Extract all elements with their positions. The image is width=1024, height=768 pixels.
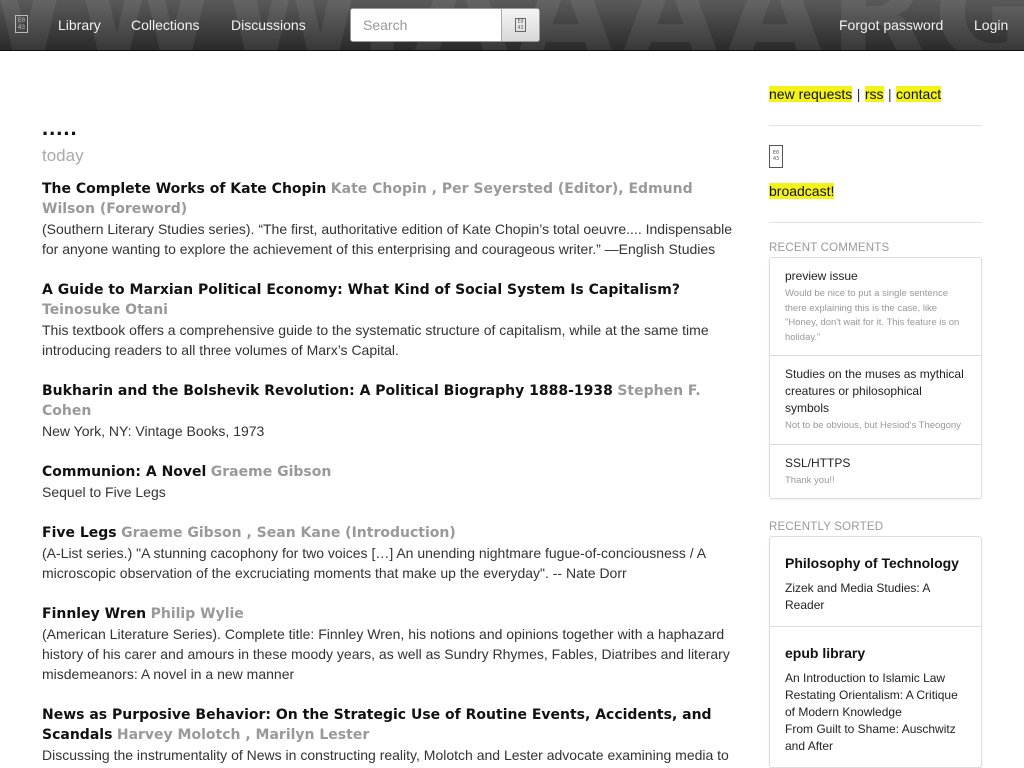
comment-title[interactable]: Studies on the muses as mythical creatur… bbox=[785, 366, 966, 417]
list-item: News as Purposive Behavior: On the Strat… bbox=[42, 705, 742, 768]
entry-description: Discussing the instrumentality of News i… bbox=[42, 747, 729, 768]
new-requests-link[interactable]: new requests bbox=[769, 86, 853, 102]
broadcast-icon: E0 43 bbox=[769, 145, 783, 168]
list-item: A Guide to Marxian Political Economy: Wh… bbox=[42, 280, 742, 360]
collection-item: epub library An Introduction to Islamic … bbox=[770, 627, 981, 768]
entry-title[interactable]: Finnley Wren bbox=[42, 606, 146, 622]
sidebar-links: new requests | rss | contact bbox=[769, 86, 982, 104]
list-item: Five Legs Graeme Gibson , Sean Kane (Int… bbox=[42, 523, 742, 583]
entry-authors[interactable]: Graeme Gibson bbox=[211, 464, 332, 480]
entry-title[interactable]: Bukharin and the Bolshevik Revolution: A… bbox=[42, 383, 613, 399]
recent-comments-heading: RECENT COMMENTS bbox=[769, 242, 890, 254]
collection-book[interactable]: Zizek and Media Studies: A Reader bbox=[785, 580, 966, 614]
nav-collections-link[interactable]: Collections bbox=[131, 17, 199, 33]
link-separator: | bbox=[887, 86, 892, 102]
comment-item[interactable]: Studies on the muses as mythical creatur… bbox=[770, 356, 981, 445]
list-item: The Complete Works of Kate Chopin Kate C… bbox=[42, 179, 742, 259]
list-item: Communion: A Novel Graeme Gibson Sequel … bbox=[42, 462, 742, 502]
recently-sorted-heading: RECENTLY SORTED bbox=[769, 521, 884, 533]
entry-title[interactable]: A Guide to Marxian Political Economy: Wh… bbox=[42, 282, 680, 298]
entry-authors[interactable]: Graeme Gibson , Sean Kane (Introduction) bbox=[121, 525, 456, 541]
day-label: today bbox=[42, 146, 84, 165]
comment-body: Thank you!! bbox=[785, 474, 835, 486]
broadcast-link[interactable]: broadcast! bbox=[769, 183, 835, 199]
recent-comments-list: preview issue Would be nice to put a sin… bbox=[769, 257, 982, 499]
entry-authors[interactable]: Harvey Molotch , Marilyn Lester bbox=[117, 727, 369, 743]
comment-item[interactable]: SSL/HTTPS Thank you!! bbox=[770, 445, 981, 499]
collection-book[interactable]: Restating Orientalism: A Critique of Mod… bbox=[785, 687, 966, 721]
entry-description: New York, NY: Vintage Books, 1973 bbox=[42, 423, 265, 439]
entry-title[interactable]: Five Legs bbox=[42, 525, 117, 541]
list-item: Finnley Wren Philip Wylie (American Lite… bbox=[42, 604, 742, 684]
list-item: Bukharin and the Bolshevik Revolution: A… bbox=[42, 381, 742, 441]
forgot-password-link[interactable]: Forgot password bbox=[839, 17, 943, 33]
entry-description: (American Literature Series). Complete t… bbox=[42, 626, 730, 682]
nav-discussions-link[interactable]: Discussions bbox=[231, 17, 306, 33]
entry-description: This textbook offers a comprehensive gui… bbox=[42, 322, 709, 358]
search-button[interactable]: E0 43 bbox=[501, 9, 539, 41]
entry-title[interactable]: Communion: A Novel bbox=[42, 464, 206, 480]
collection-title[interactable]: Philosophy of Technology bbox=[785, 555, 966, 571]
rss-link[interactable]: rss bbox=[864, 86, 884, 102]
entry-description: Sequel to Five Legs bbox=[42, 484, 166, 500]
search-input[interactable] bbox=[351, 9, 501, 41]
nav-library-link[interactable]: Library bbox=[58, 17, 101, 33]
divider bbox=[769, 222, 982, 223]
entry-description: (Southern Literary Studies series). “The… bbox=[42, 221, 732, 257]
entry-description: (A-List series.) "A stunning cacophony f… bbox=[42, 545, 706, 581]
collection-book[interactable]: An Introduction to Islamic Law bbox=[785, 670, 966, 687]
collection-item: Philosophy of Technology Zizek and Media… bbox=[770, 537, 981, 627]
collection-title[interactable]: epub library bbox=[785, 645, 966, 661]
comment-title[interactable]: SSL/HTTPS bbox=[785, 455, 966, 472]
search-icon: E0 43 bbox=[515, 18, 526, 32]
comment-body: Not to be obvious, but Hesiod's Theogony bbox=[785, 420, 961, 431]
link-separator: | bbox=[856, 86, 861, 102]
entry-authors[interactable]: Philip Wylie bbox=[151, 606, 244, 622]
comment-body: Would be nice to put a single sentence t… bbox=[785, 288, 960, 343]
collection-book[interactable]: From Guilt to Shame: Auschwitz and After bbox=[785, 721, 966, 755]
sidebar: new requests | rss | contact E0 43 broadc… bbox=[769, 86, 982, 768]
list-heading: ..... bbox=[42, 115, 78, 140]
login-link[interactable]: Login bbox=[974, 17, 1008, 33]
contact-link[interactable]: contact bbox=[896, 86, 942, 102]
entry-title[interactable]: The Complete Works of Kate Chopin bbox=[42, 181, 326, 197]
comment-title[interactable]: preview issue bbox=[785, 268, 966, 285]
recently-sorted-list: Philosophy of Technology Zizek and Media… bbox=[769, 536, 982, 768]
search-form: E043 bbox=[350, 8, 540, 42]
new-uploads-list: ..... today The Complete Works of Kate C… bbox=[42, 115, 742, 768]
divider bbox=[769, 125, 982, 126]
entry-authors[interactable]: Teinosuke Otani bbox=[42, 302, 168, 318]
logo-icon[interactable]: E0 43 bbox=[15, 15, 28, 33]
top-navigation-bar: WWW.AAAARG E043 Library Collections Disc… bbox=[0, 0, 1024, 51]
comment-item[interactable]: preview issue Would be nice to put a sin… bbox=[770, 258, 981, 356]
